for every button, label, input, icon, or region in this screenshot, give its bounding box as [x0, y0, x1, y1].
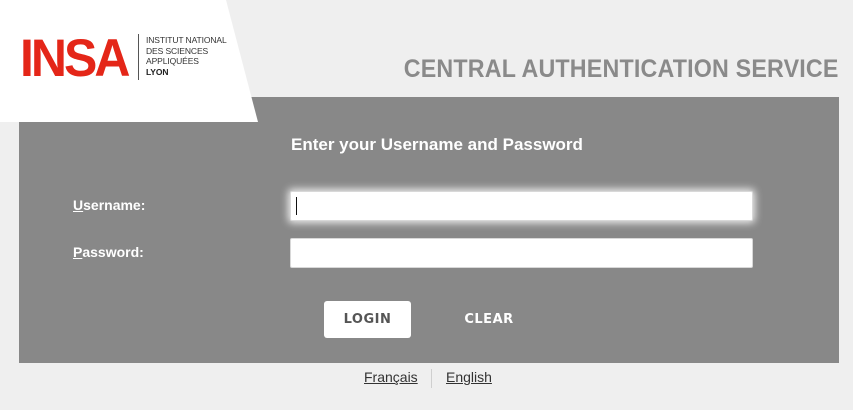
username-input[interactable] [290, 191, 753, 221]
cas-login-page: INSA INSTITUT NATIONAL DES SCIENCES APPL… [0, 0, 853, 410]
username-label: Username: [73, 197, 145, 213]
language-switcher: Français English [0, 369, 853, 389]
password-label-accesskey: P [73, 244, 83, 260]
institution-line-3: APPLIQUÉES [146, 56, 199, 66]
username-label-accesskey: U [73, 197, 84, 213]
institution-line-1: INSTITUT NATIONAL [146, 35, 227, 45]
language-divider [431, 369, 432, 388]
logo-card: INSA INSTITUT NATIONAL DES SCIENCES APPL… [0, 0, 258, 122]
insa-logo: INSA [20, 28, 130, 88]
institution-line-2: DES SCIENCES [146, 45, 209, 56]
logo-divider [138, 34, 139, 80]
clear-button[interactable]: CLEAR [453, 301, 525, 338]
institution-line-4: LYON [146, 66, 169, 77]
text-caret [296, 197, 297, 215]
password-label: Password: [73, 244, 144, 260]
password-input[interactable] [290, 238, 753, 268]
language-link-english[interactable]: English [446, 369, 492, 385]
password-label-text: assword: [82, 244, 144, 260]
institution-name: INSTITUT NATIONAL DES SCIENCES APPLIQUÉE… [146, 35, 227, 77]
login-panel: Enter your Username and Password Usernam… [19, 97, 839, 363]
page-title: CENTRAL AUTHENTICATION SERVICE [404, 55, 839, 83]
language-link-francais[interactable]: Français [364, 369, 418, 385]
login-heading: Enter your Username and Password [291, 135, 583, 154]
login-button[interactable]: LOGIN [324, 301, 411, 338]
username-label-text: sername: [83, 197, 146, 213]
